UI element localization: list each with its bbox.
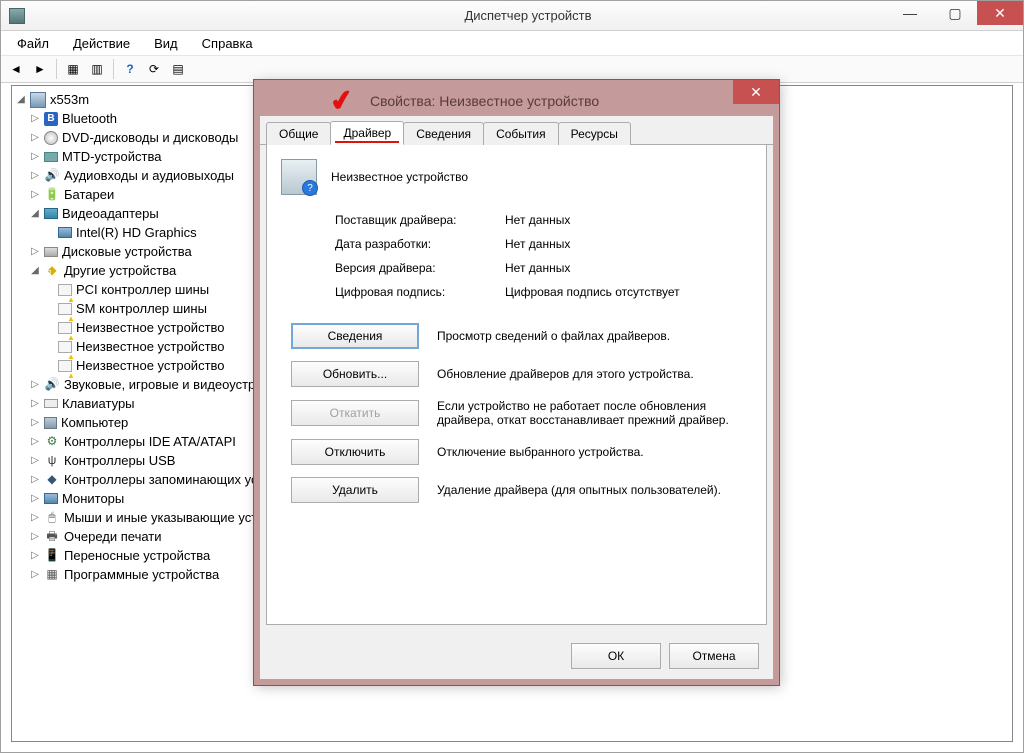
graphics-icon	[58, 227, 72, 238]
ok-button[interactable]: ОК	[571, 643, 661, 669]
rollback-button: Откатить	[291, 400, 419, 426]
scan-hardware-icon[interactable]: ▤	[167, 58, 189, 80]
value-provider: Нет данных	[505, 213, 752, 227]
printer-icon: 🖶	[44, 529, 60, 545]
row-uninstall: Удалить Удаление драйвера (для опытных п…	[291, 477, 752, 503]
rollback-desc: Если устройство не работает после обновл…	[437, 399, 752, 427]
disable-desc: Отключение выбранного устройства.	[437, 445, 752, 459]
tab-details[interactable]: Сведения	[403, 122, 484, 145]
device-header: Неизвестное устройство	[281, 159, 752, 195]
titlebar: Диспетчер устройств — ▢ ✕	[1, 1, 1023, 31]
usb-icon: ψ	[44, 453, 60, 469]
minimize-button[interactable]: —	[887, 1, 933, 25]
row-disable: Отключить Отключение выбранного устройст…	[291, 439, 752, 465]
scan-icon[interactable]: ▦	[62, 58, 84, 80]
details-button[interactable]: Сведения	[291, 323, 419, 349]
dvd-icon	[44, 131, 58, 145]
disk-icon	[44, 247, 58, 257]
audio-icon: 🔊	[44, 168, 60, 184]
dialog-titlebar: ✔ Свойства: Неизвестное устройство ✕	[260, 86, 773, 116]
monitor-icon	[44, 493, 58, 504]
help-icon[interactable]: ?	[119, 58, 141, 80]
ide-icon: ⚙	[44, 434, 60, 450]
dialog-close-button[interactable]: ✕	[733, 80, 779, 104]
properties-icon[interactable]: ▥	[86, 58, 108, 80]
app-icon	[9, 8, 25, 24]
value-signature: Цифровая подпись отсутствует	[505, 285, 752, 299]
menu-file[interactable]: Файл	[7, 33, 59, 54]
driver-info: Поставщик драйвера: Нет данных Дата разр…	[335, 213, 752, 299]
uninstall-desc: Удаление драйвера (для опытных пользоват…	[437, 483, 752, 497]
tab-resources[interactable]: Ресурсы	[558, 122, 631, 145]
separator	[56, 59, 57, 79]
tab-body: Неизвестное устройство Поставщик драйвер…	[266, 145, 767, 625]
label-date: Дата разработки:	[335, 237, 505, 251]
separator	[113, 59, 114, 79]
menu-view[interactable]: Вид	[144, 33, 188, 54]
row-details: Сведения Просмотр сведений о файлах драй…	[291, 323, 752, 349]
back-icon[interactable]: ◄	[5, 58, 27, 80]
computer-icon	[30, 92, 46, 108]
refresh-icon[interactable]: ⟳	[143, 58, 165, 80]
forward-icon[interactable]: ►	[29, 58, 51, 80]
tab-general[interactable]: Общие	[266, 122, 331, 145]
update-desc: Обновление драйверов для этого устройств…	[437, 367, 752, 381]
menu-action[interactable]: Действие	[63, 33, 140, 54]
update-button[interactable]: Обновить...	[291, 361, 419, 387]
uninstall-button[interactable]: Удалить	[291, 477, 419, 503]
software-icon: ▦	[44, 567, 60, 583]
mtd-icon	[44, 152, 58, 162]
warning-icon	[58, 284, 72, 296]
portable-icon: 📱	[44, 548, 60, 564]
menubar: Файл Действие Вид Справка	[1, 31, 1023, 55]
keyboard-icon	[44, 399, 58, 408]
dialog-footer: ОК Отмена	[571, 643, 759, 669]
warning-icon	[58, 360, 72, 372]
tab-driver[interactable]: Драйвер	[330, 121, 404, 145]
tab-strip: Общие Драйвер Сведения События Ресурсы	[260, 116, 773, 145]
close-button[interactable]: ✕	[977, 1, 1023, 25]
maximize-button[interactable]: ▢	[932, 1, 978, 25]
warning-icon	[58, 322, 72, 334]
dialog-title-text: Свойства: Неизвестное устройство	[370, 93, 599, 109]
value-date: Нет данных	[505, 237, 752, 251]
properties-dialog: ✔ Свойства: Неизвестное устройство ✕ Общ…	[254, 80, 779, 685]
toolbar: ◄ ► ▦ ▥ ? ⟳ ▤	[1, 55, 1023, 83]
label-provider: Поставщик драйвера:	[335, 213, 505, 227]
warning-icon	[58, 303, 72, 315]
row-rollback: Откатить Если устройство не работает пос…	[291, 399, 752, 427]
bluetooth-icon: B	[44, 112, 58, 126]
tab-events[interactable]: События	[483, 122, 559, 145]
label-signature: Цифровая подпись:	[335, 285, 505, 299]
value-version: Нет данных	[505, 261, 752, 275]
sound-icon: 🔊	[44, 377, 60, 393]
disable-button[interactable]: Отключить	[291, 439, 419, 465]
window-title: Диспетчер устройств	[33, 8, 1023, 23]
other-icon: ◆	[44, 263, 60, 279]
details-desc: Просмотр сведений о файлах драйверов.	[437, 329, 752, 343]
battery-icon: 🔋	[44, 187, 60, 203]
display-icon	[44, 208, 58, 219]
menu-help[interactable]: Справка	[192, 33, 263, 54]
device-icon	[281, 159, 317, 195]
warning-icon	[58, 341, 72, 353]
cancel-button[interactable]: Отмена	[669, 643, 759, 669]
storage-icon: ◆	[44, 472, 60, 488]
mouse-icon: 🖱	[44, 510, 60, 526]
device-name: Неизвестное устройство	[331, 170, 468, 184]
label-version: Версия драйвера:	[335, 261, 505, 275]
annotation-checkmark: ✔	[327, 82, 356, 119]
computer-node-icon	[44, 417, 57, 429]
row-update: Обновить... Обновление драйверов для это…	[291, 361, 752, 387]
